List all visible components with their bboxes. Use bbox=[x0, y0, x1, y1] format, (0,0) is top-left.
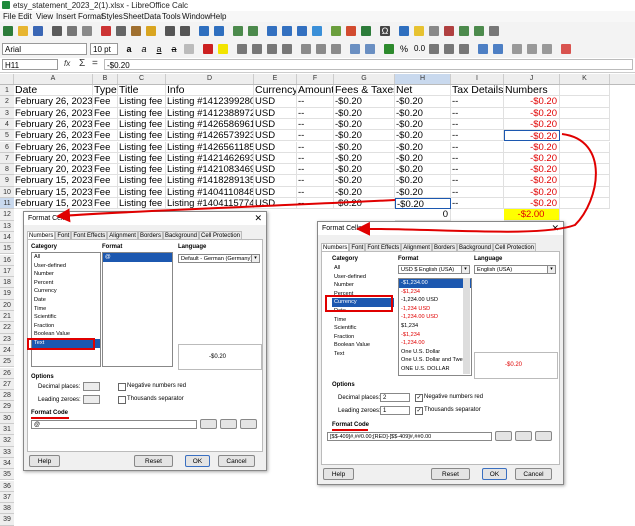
arrow-to-right-dialog bbox=[356, 133, 597, 236]
row-header[interactable]: 38 bbox=[0, 503, 14, 515]
annotation-arrows bbox=[56, 133, 597, 236]
row-header[interactable]: 39 bbox=[0, 514, 14, 526]
arrow-to-left-dialog bbox=[56, 199, 396, 223]
